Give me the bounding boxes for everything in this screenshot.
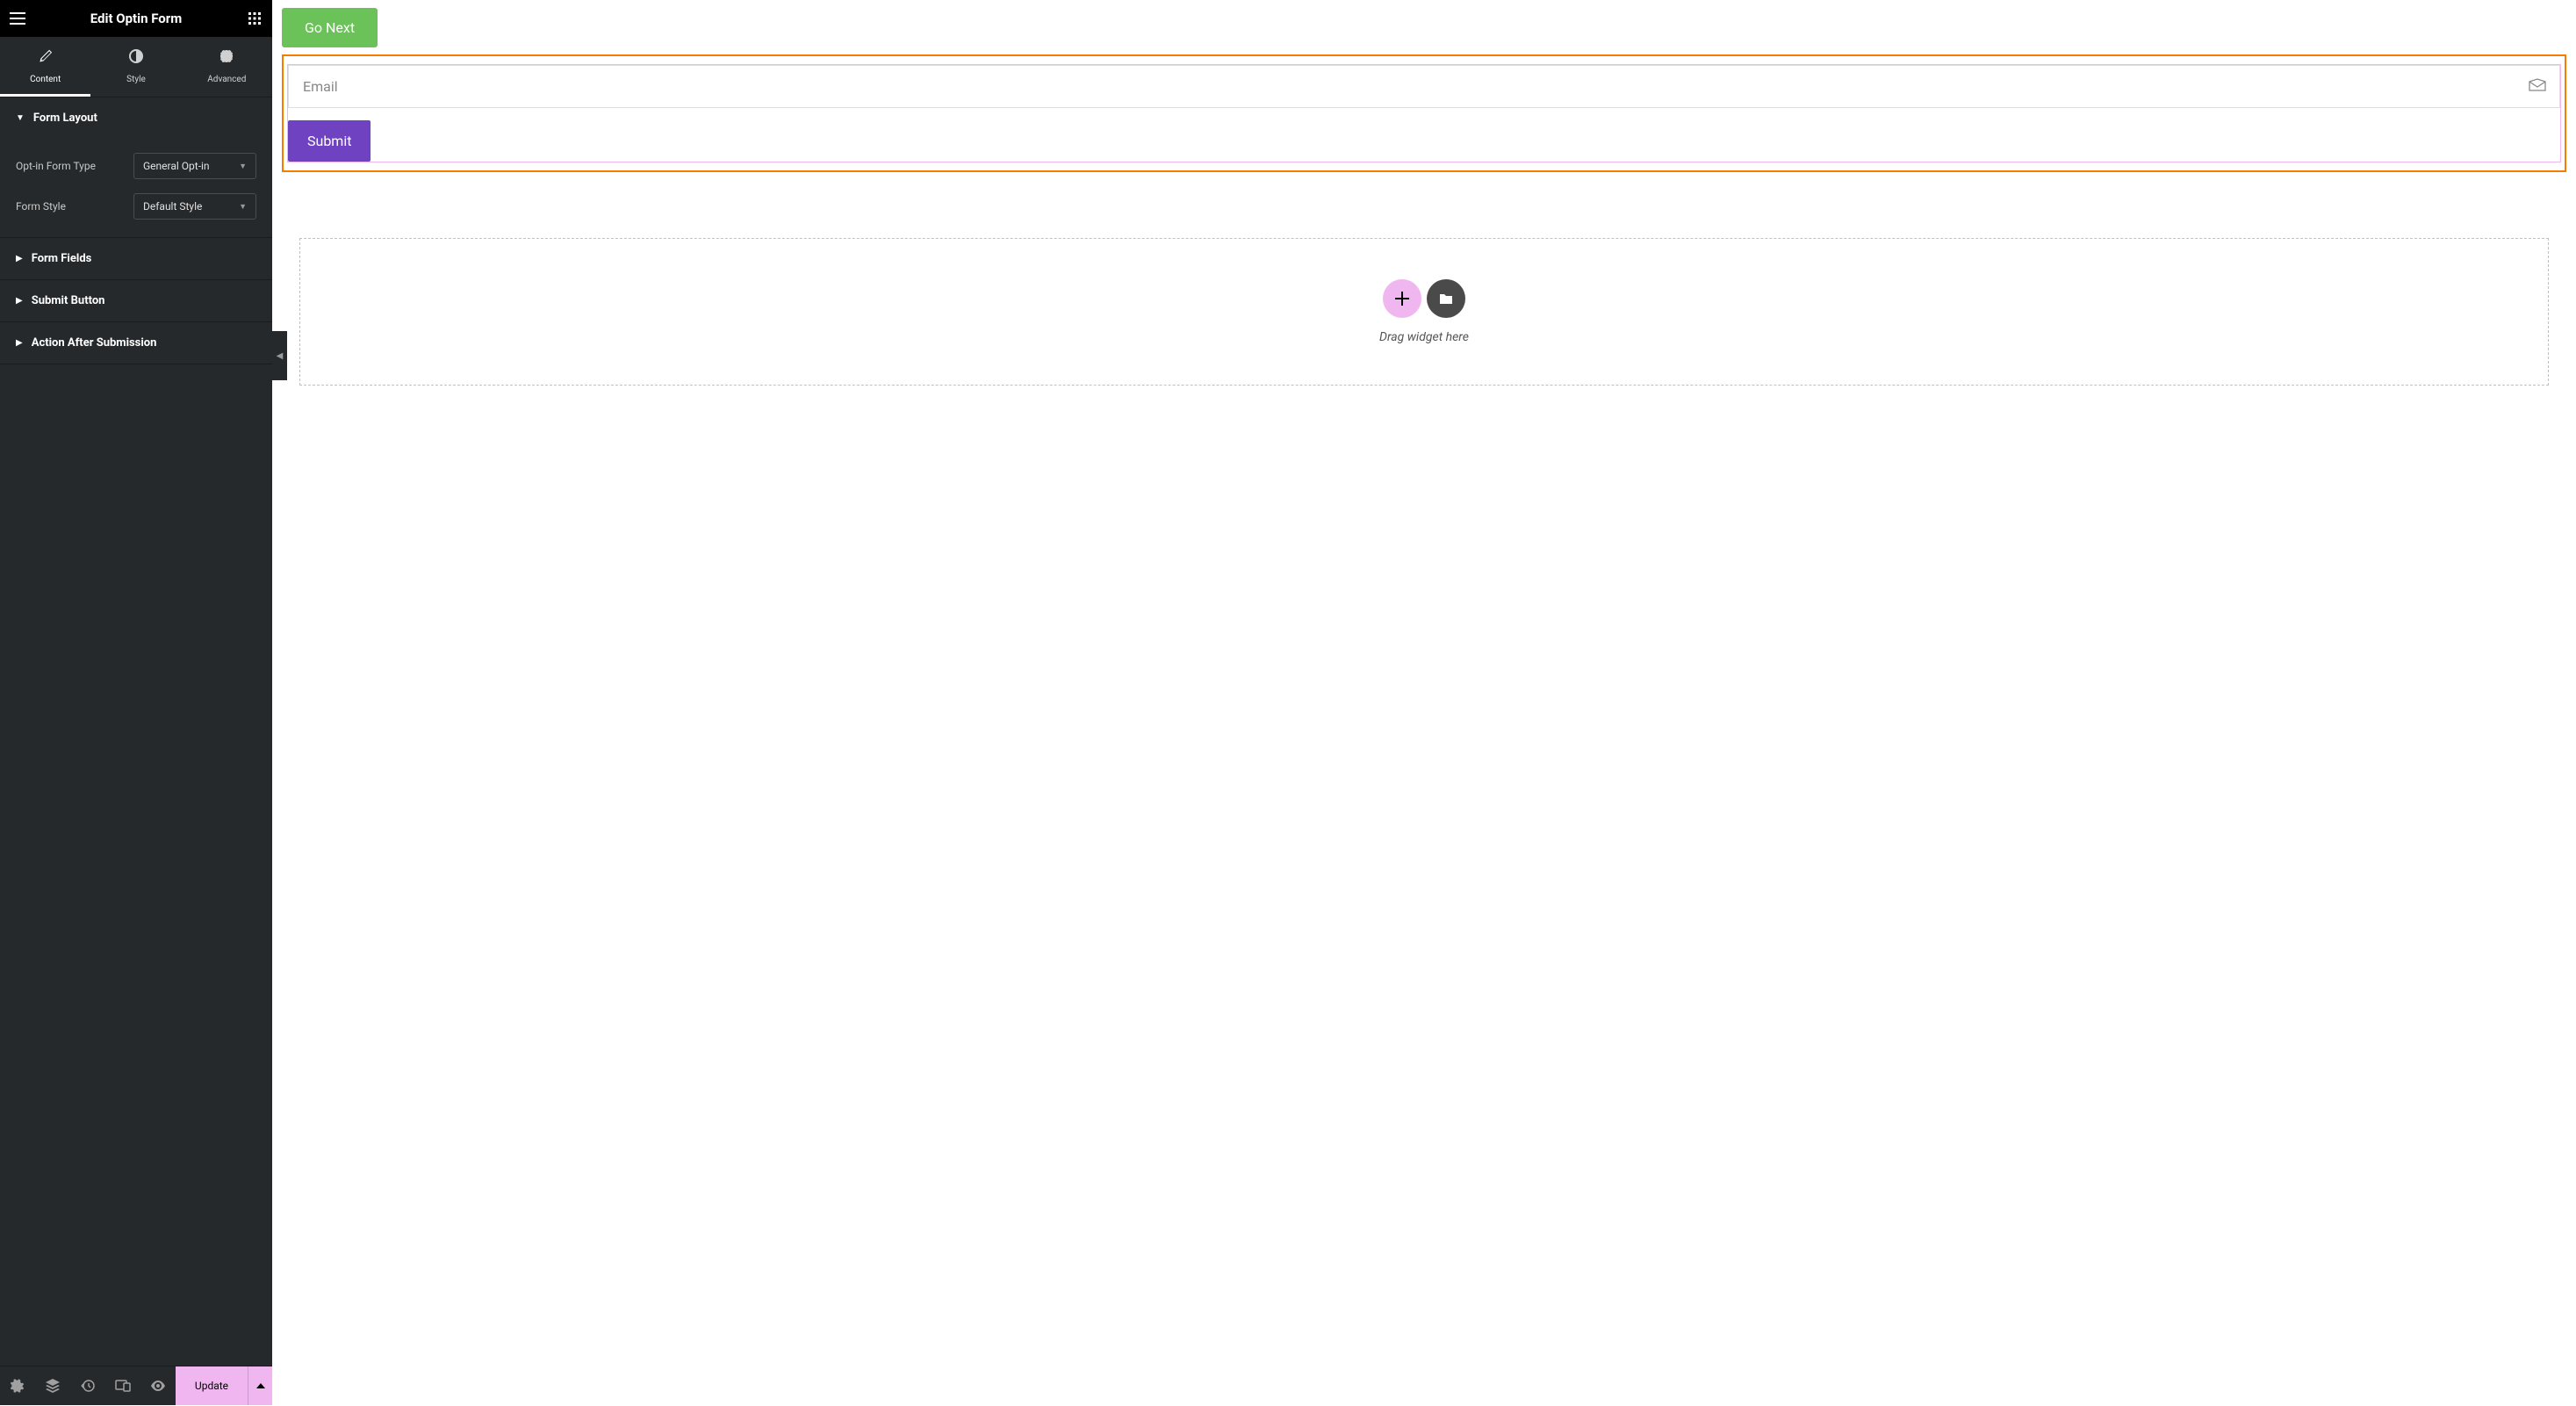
section-submit-button: ▶ Submit Button xyxy=(0,280,272,322)
label-form-type: Opt-in Form Type xyxy=(16,160,96,172)
sidebar-title: Edit Optin Form xyxy=(26,11,246,26)
section-title-action-after: Action After Submission xyxy=(32,336,157,350)
section-header-form-layout[interactable]: ▼ Form Layout xyxy=(0,97,272,139)
caret-right-icon: ▶ xyxy=(16,338,23,348)
hamburger-icon[interactable] xyxy=(9,10,26,27)
sidebar-header: Edit Optin Form xyxy=(0,0,272,37)
tab-style-label: Style xyxy=(126,75,146,84)
tab-content[interactable]: Content xyxy=(0,37,90,97)
history-icon[interactable] xyxy=(70,1366,105,1406)
preview-icon[interactable] xyxy=(140,1366,176,1406)
section-body-form-layout: Opt-in Form Type General Opt-in ▼ Form S… xyxy=(0,153,272,237)
control-form-type: Opt-in Form Type General Opt-in ▼ xyxy=(16,153,256,179)
label-form-style: Form Style xyxy=(16,200,66,213)
section-header-action-after[interactable]: ▶ Action After Submission xyxy=(0,322,272,364)
add-widget-button[interactable] xyxy=(1383,279,1421,318)
section-action-after: ▶ Action After Submission xyxy=(0,322,272,364)
settings-icon[interactable] xyxy=(0,1366,35,1406)
section-form-layout: ▼ Form Layout Opt-in Form Type General O… xyxy=(0,97,272,238)
submit-button-label: Submit xyxy=(307,133,351,149)
sidebar-panel: Edit Optin Form Content Style Advanced ▼… xyxy=(0,0,272,1405)
tab-style[interactable]: Style xyxy=(90,37,181,97)
drop-zone-icons xyxy=(300,279,2548,318)
go-next-label: Go Next xyxy=(305,19,355,36)
drop-zone-text: Drag widget here xyxy=(300,330,2548,344)
optin-form-inner: Submit xyxy=(287,64,2561,162)
select-form-type-value: General Opt-in xyxy=(143,160,210,172)
submit-button[interactable]: Submit xyxy=(288,120,371,162)
responsive-icon[interactable] xyxy=(105,1366,140,1406)
select-form-style-value: Default Style xyxy=(143,200,202,213)
select-form-style[interactable]: Default Style ▼ xyxy=(133,193,256,220)
section-title-form-layout: Form Layout xyxy=(33,112,97,125)
widget-drop-zone[interactable]: Drag widget here xyxy=(299,238,2549,386)
select-form-type[interactable]: General Opt-in ▼ xyxy=(133,153,256,179)
update-button-label: Update xyxy=(195,1380,228,1392)
section-title-form-fields: Form Fields xyxy=(32,252,92,265)
email-field-wrap xyxy=(288,65,2560,108)
collapse-sidebar-tab[interactable]: ◀ xyxy=(272,331,287,380)
caret-down-icon: ▼ xyxy=(16,113,25,123)
email-input[interactable] xyxy=(288,65,2560,108)
section-header-submit-button[interactable]: ▶ Submit Button xyxy=(0,280,272,321)
section-form-fields: ▶ Form Fields xyxy=(0,238,272,280)
chevron-down-icon: ▼ xyxy=(239,202,247,212)
section-header-form-fields[interactable]: ▶ Form Fields xyxy=(0,238,272,279)
control-form-style: Form Style Default Style ▼ xyxy=(16,193,256,220)
bottom-bar: Update xyxy=(0,1366,272,1405)
update-button-group: Update xyxy=(176,1366,272,1405)
editor-canvas: Go Next Submit Drag widget here xyxy=(272,0,2576,1405)
section-title-submit-button: Submit Button xyxy=(32,294,105,307)
caret-right-icon: ▶ xyxy=(16,296,23,306)
update-dropdown-toggle[interactable] xyxy=(248,1366,272,1405)
caret-right-icon: ▶ xyxy=(16,254,23,263)
template-library-button[interactable] xyxy=(1427,279,1465,318)
chevron-down-icon: ▼ xyxy=(239,162,247,171)
sidebar-tabs: Content Style Advanced xyxy=(0,37,272,97)
envelope-icon xyxy=(2529,78,2546,96)
tab-content-label: Content xyxy=(30,75,61,84)
grid-icon[interactable] xyxy=(246,10,263,27)
tab-advanced[interactable]: Advanced xyxy=(182,37,272,97)
layers-icon[interactable] xyxy=(35,1366,70,1406)
optin-form-widget-selected[interactable]: Submit xyxy=(282,54,2566,172)
update-button[interactable]: Update xyxy=(176,1366,248,1405)
go-next-button[interactable]: Go Next xyxy=(282,8,378,47)
tab-advanced-label: Advanced xyxy=(207,75,246,84)
